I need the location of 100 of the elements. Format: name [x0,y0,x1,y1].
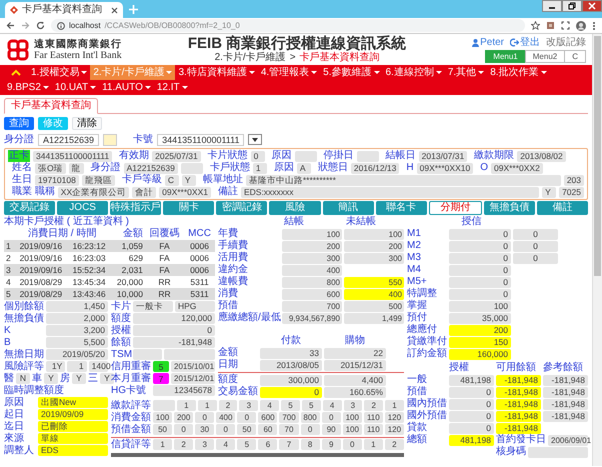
value-field: 6 [258,439,278,450]
value-field: 09X***0XX1 [159,186,211,198]
extension-icon[interactable] [561,21,570,30]
value-field: 800 [282,276,342,288]
value-field: 1 [252,162,267,174]
field-label: 職業 職稱 [12,186,55,198]
scrollbar[interactable] [592,34,602,466]
value-field: 8 [300,439,320,450]
favicon-icon [10,6,18,14]
field-label: 違約金 [218,264,249,276]
menu-button[interactable]: C [564,50,586,62]
restore-icon [568,2,576,10]
nav-menu-item[interactable]: 4.管理報表 [258,65,320,80]
section-tab[interactable]: 無擔負債 [484,201,535,215]
home-icon[interactable] [10,68,22,78]
nav-menu-item[interactable]: 6.連線控制 [382,65,445,80]
field-label: 生日 [12,174,32,186]
address-field[interactable]: localhost /CCASWeb/OB/OB00800?mf=2_10_0 [51,19,525,32]
scrollbar[interactable] [111,452,404,456]
nav-menu-item[interactable]: 11.AUTO [99,80,154,95]
value-field: 400 [282,264,342,276]
field-label: 車 [32,372,42,384]
value-field: 200 [344,240,404,252]
table-cell: 2019/09/16 [14,264,68,276]
section-tab[interactable]: 特殊指示戶 [110,201,162,215]
status-badge: 5 [153,361,169,372]
table-cell: 1,059 [110,240,145,252]
avatar-icon[interactable] [576,20,586,30]
value-field: 1 [385,400,404,411]
id-input-field[interactable]: A122152639 [38,134,100,146]
section-tab[interactable]: 交易記錄 [4,201,56,215]
value-field: 70 [279,424,299,435]
section-tab[interactable]: 風險 [269,201,321,215]
action-button[interactable]: 查詢 [4,117,34,130]
section-tab[interactable]: 備註 [536,201,588,215]
section-tab[interactable]: JOCS [57,201,108,215]
value-field: 200 [282,240,342,252]
logo-icon [6,38,30,62]
menu-button[interactable]: Menu2 [524,50,566,62]
value-field: Y [542,186,556,198]
field-label: 貸繳準付 [407,336,447,348]
table-cell: FA [144,240,184,252]
section-tab[interactable]: 關卡 [163,201,214,215]
value-field: -181,948 [496,410,541,422]
minimize-button[interactable] [542,0,562,12]
nav-menu-item[interactable]: 12.IT [154,80,191,95]
field-label: 信用重審 [111,360,151,372]
value-field: 09X***0XX10 [416,162,474,174]
nav-menu-item[interactable]: 2.卡片/卡戶維護 [90,65,176,80]
user-link[interactable]: Peter [472,36,504,48]
field-label: 房 [60,372,70,384]
nav-menu-item[interactable]: 9.BPS2 [4,80,52,95]
restore-button[interactable] [562,0,582,12]
breadcrumb-link[interactable]: 2.卡片/卡戶維護 [214,52,286,64]
value-field: 0 [133,325,215,336]
field-label: 來源 [4,432,25,444]
value-field: 2,000 [46,313,108,324]
value-field: 481,198 [449,434,494,446]
menu-icon[interactable] [592,20,596,30]
nav-menu-item[interactable]: 7.其他 [444,65,488,80]
section-tab[interactable]: 密調記錄 [216,201,268,215]
nav-menu-item[interactable]: 1.授權交易 [28,65,90,80]
column-header: 回覆碼 [144,228,184,240]
page-tab[interactable]: 卡戶基本資料查詢 [4,98,98,114]
extension-icon[interactable] [546,21,555,30]
section-tab[interactable]: 分期付 [428,201,482,215]
value-field: 1 [364,439,383,450]
logout-link[interactable]: 登出 [510,36,540,48]
value-field: 35,000 [449,312,511,324]
value-field: 單線 [38,433,108,444]
value-field: 0 [449,288,511,300]
section-tab[interactable]: 聯名卡 [376,201,427,215]
empty-field[interactable] [103,134,118,146]
column-header: 授信 [460,216,482,228]
menu-button[interactable]: Menu1 [485,50,526,62]
nav-menu-item[interactable]: 3.特店資料維護 [175,65,258,80]
value-field: 110 [364,412,383,423]
column-header: 參考餘額 [543,362,584,374]
value-field: 4,400 [324,374,386,386]
nav-menu-item[interactable]: 5.參數維護 [320,65,382,80]
back-arrow-icon[interactable] [6,21,15,30]
nav-menu-item[interactable]: 10.UAT [52,80,100,95]
value-field: 300 [282,252,342,264]
value-field: 300,000 [260,374,322,386]
nav-menu-item[interactable]: 8.批次作業 [487,65,550,80]
action-button[interactable]: 清除 [72,117,102,130]
field-label: 掌握 [407,300,428,312]
value-field: -181,948 [496,422,541,434]
star-icon[interactable] [531,21,540,30]
close-icon[interactable] [111,6,118,14]
changelog-link[interactable]: 改版記錄 [546,36,586,48]
value-field: 1,450 [46,301,108,312]
card-number-field[interactable]: 3441351100001111 [157,134,244,146]
reload-icon[interactable] [36,21,45,30]
section-tab[interactable]: 簡訊 [322,201,374,215]
close-button[interactable] [582,0,602,12]
field-label: 應繳總額/最低 [218,312,280,324]
field-label: 國外預借 [407,410,447,422]
dropdown-button[interactable] [248,134,262,145]
status-badge: 7 [153,373,169,384]
